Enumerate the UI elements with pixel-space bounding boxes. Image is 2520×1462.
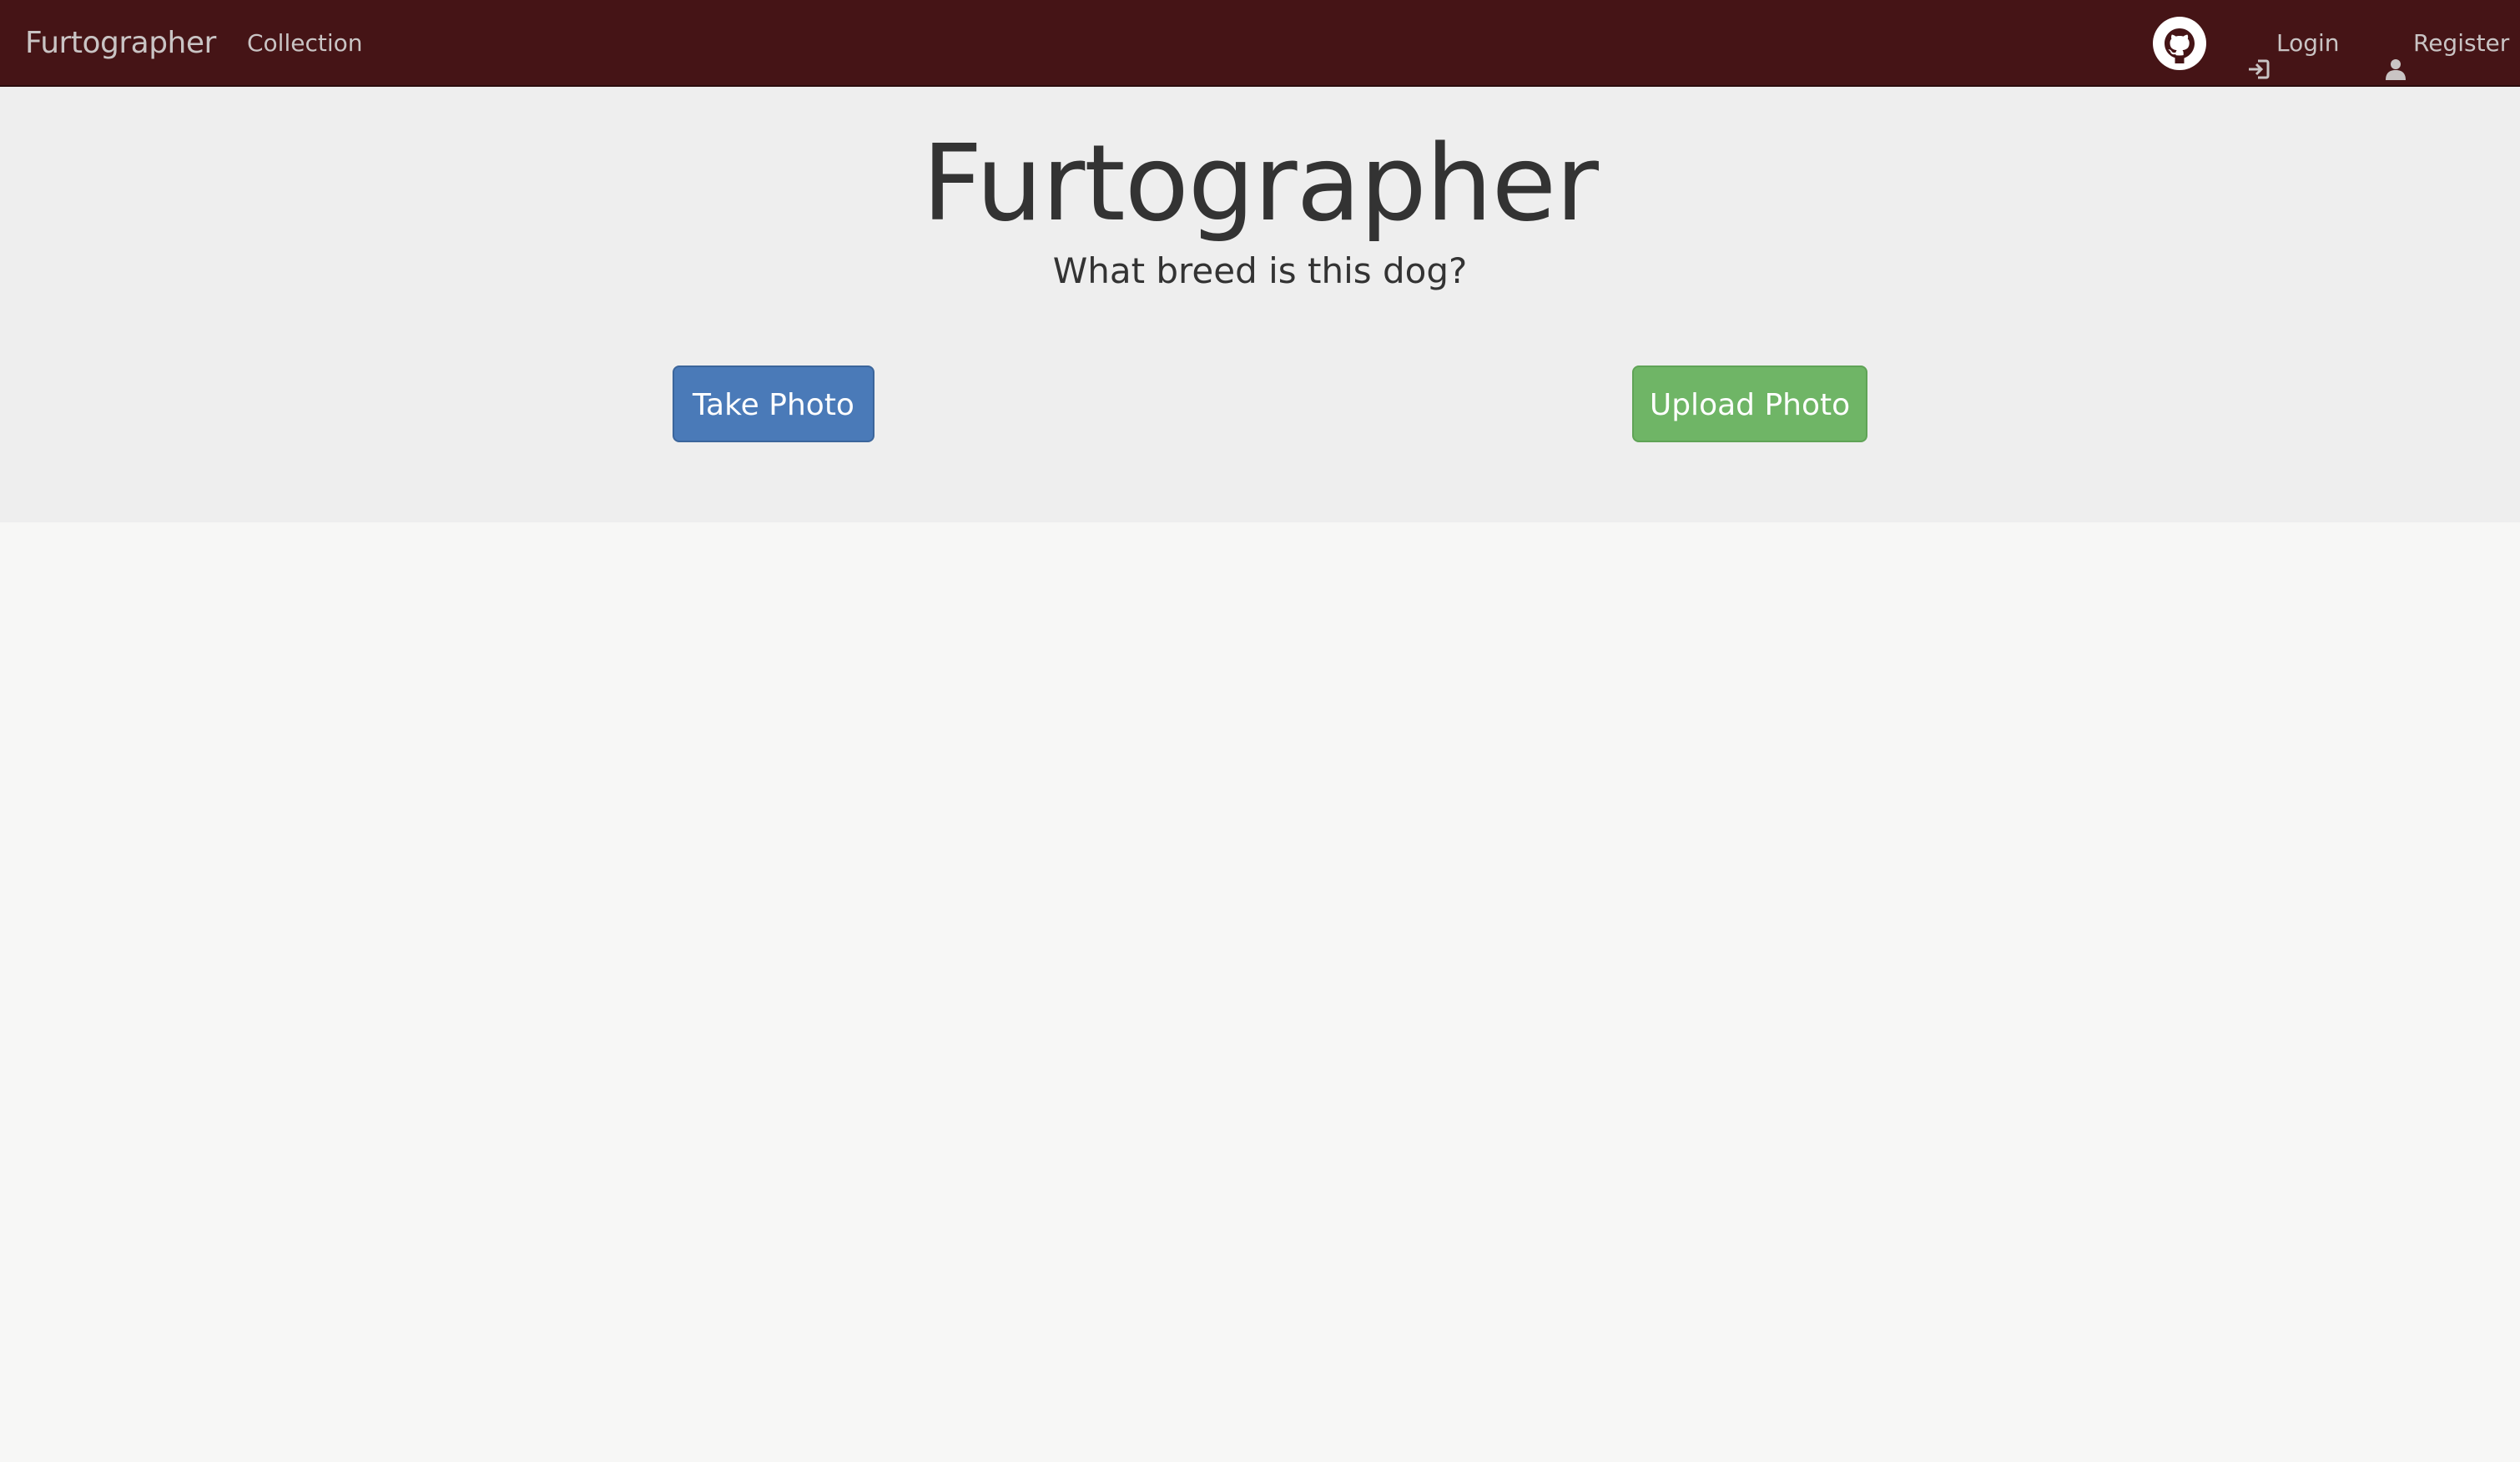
take-photo-button[interactable]: Take Photo (673, 366, 874, 442)
register-label: Register (2413, 29, 2510, 57)
page: Furtographer Collection Login Register F… (0, 0, 2520, 1462)
github-icon[interactable] (2153, 17, 2206, 70)
upload-photo-button[interactable]: Upload Photo (1632, 366, 1867, 442)
login-label: Login (2276, 29, 2340, 57)
page-subtitle: What breed is this dog? (1052, 250, 1468, 291)
nav-register-link[interactable]: Register (2383, 0, 2509, 87)
user-icon (2383, 31, 2408, 80)
page-title: Furtographer (922, 122, 1599, 245)
nav-collection-link[interactable]: Collection (247, 0, 363, 87)
main-content-area (0, 522, 2520, 1462)
hero-section: Furtographer What breed is this dog? Tak… (0, 87, 2520, 522)
top-navbar: Furtographer Collection Login Register (0, 0, 2520, 87)
login-icon (2246, 31, 2271, 79)
brand-link[interactable]: Furtographer (25, 0, 216, 87)
nav-login-link[interactable]: Login (2246, 0, 2340, 87)
